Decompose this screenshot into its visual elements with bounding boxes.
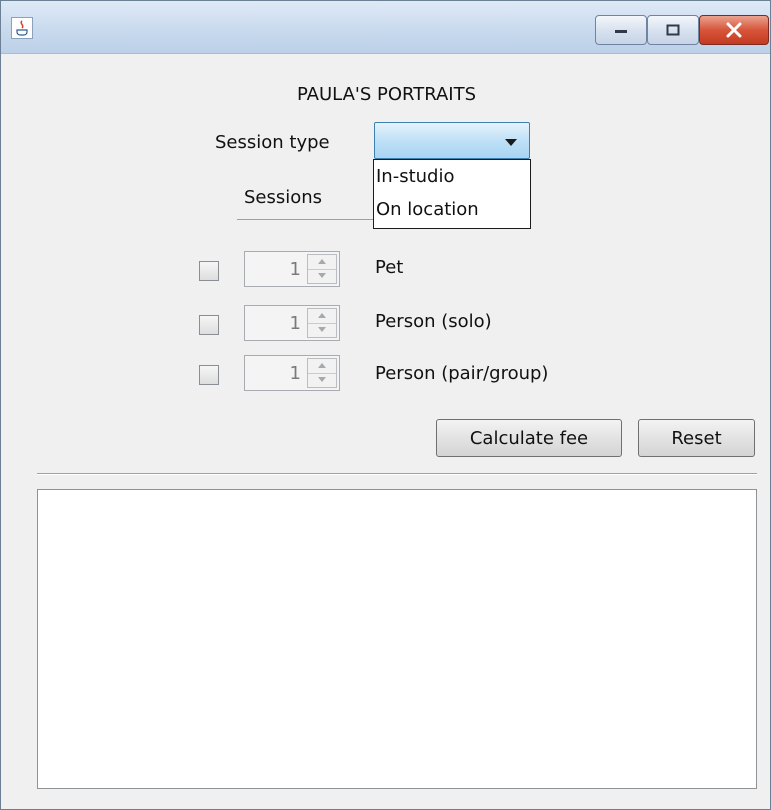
separator [37,473,757,475]
person-solo-count-value: 1 [289,313,301,334]
close-icon [700,16,768,44]
minimize-icon [596,16,646,44]
person-group-count-value: 1 [289,363,301,384]
app-window: PAULA'S PORTRAITS Session type Sessions … [0,0,771,810]
person-solo-checkbox[interactable] [199,315,219,335]
pet-count-spinner[interactable]: 1 [244,251,340,287]
spinner-up-icon[interactable] [308,309,336,324]
title-bar[interactable] [1,1,770,54]
spinner-up-icon[interactable] [308,255,336,270]
person-solo-spinner-buttons [307,308,337,338]
fee-output-area[interactable] [37,489,757,789]
option-in-studio[interactable]: In-studio [376,166,455,187]
maximize-icon [648,16,698,44]
sessions-divider [237,219,373,220]
close-button[interactable] [699,15,769,45]
app-title: PAULA'S PORTRAITS [296,84,477,105]
person-solo-label: Person (solo) [375,311,492,332]
spinner-up-icon[interactable] [308,359,336,374]
person-group-label: Person (pair/group) [375,363,549,384]
calculate-fee-button[interactable]: Calculate fee [436,419,622,457]
spinner-down-icon[interactable] [308,323,336,337]
session-type-label: Session type [215,132,330,153]
session-type-select[interactable] [374,122,530,159]
java-icon[interactable] [11,17,33,39]
minimize-button[interactable] [595,15,647,45]
person-solo-count-spinner[interactable]: 1 [244,305,340,341]
session-type-dropdown: In-studio On location [373,159,531,229]
person-group-spinner-buttons [307,358,337,388]
pet-checkbox[interactable] [199,261,219,281]
pet-spinner-buttons [307,254,337,284]
chevron-down-icon [505,139,517,146]
person-group-checkbox[interactable] [199,365,219,385]
maximize-button[interactable] [647,15,699,45]
pet-label: Pet [375,257,404,278]
spinner-down-icon[interactable] [308,373,336,387]
person-group-count-spinner[interactable]: 1 [244,355,340,391]
option-on-location[interactable]: On location [376,199,479,220]
spinner-down-icon[interactable] [308,269,336,283]
sessions-header: Sessions [244,187,323,208]
reset-button[interactable]: Reset [638,419,755,457]
pet-count-value: 1 [289,259,301,280]
